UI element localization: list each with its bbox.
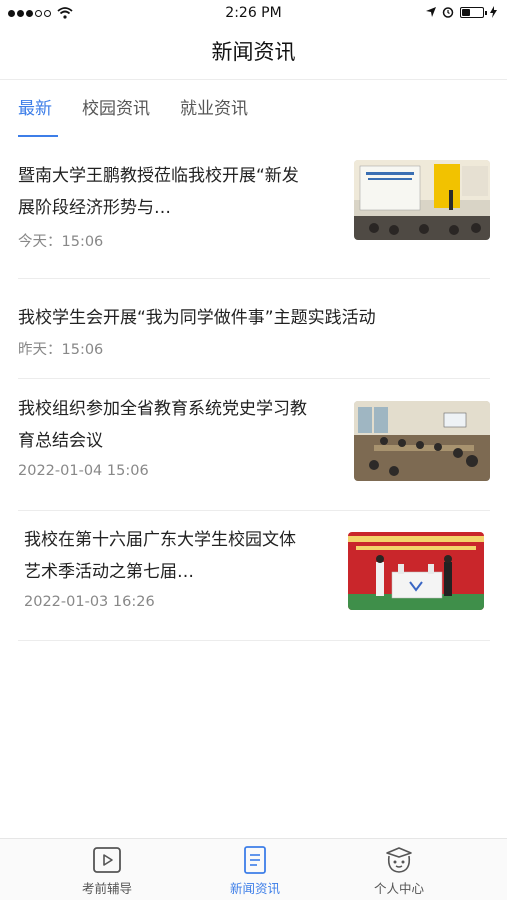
list-divider bbox=[18, 640, 490, 641]
list-divider bbox=[18, 510, 490, 511]
news-item[interactable]: 我校在第十六届广东大学生校园文体 艺术季活动之第七届… 2022-01-03 1… bbox=[24, 524, 484, 610]
news-thumbnail-meeting bbox=[354, 401, 490, 481]
news-title: 我校组织参加全省教育系统党史学习教 育总结会议 bbox=[18, 399, 307, 451]
tabbar-label: 考前辅导 bbox=[81, 881, 132, 896]
news-title: 我校学生会开展“我为同学做件事”主题实践活动 bbox=[18, 308, 376, 328]
tabbar-label: 新闻资讯 bbox=[229, 881, 280, 896]
status-icons bbox=[426, 6, 497, 18]
tabbar-item-exam-tutoring[interactable]: 考前辅导 bbox=[52, 845, 162, 897]
location-arrow-icon bbox=[426, 7, 436, 17]
news-title: 暨南大学王鹏教授莅临我校开展“新发 展阶段经济形势与… bbox=[18, 166, 299, 218]
news-time: 今天：15:06 bbox=[18, 234, 104, 250]
list-divider bbox=[18, 378, 490, 379]
battery-icon bbox=[460, 6, 487, 18]
list-divider bbox=[18, 278, 490, 279]
tab-employment-news[interactable]: 就业资讯 bbox=[180, 94, 248, 131]
bottom-tab-bar: 考前辅导 新闻资讯 个人中心 bbox=[0, 838, 507, 900]
news-time: 2022-01-03 16:26 bbox=[24, 594, 155, 610]
news-thumbnail-group-photo bbox=[348, 532, 484, 610]
tab-campus-news[interactable]: 校园资讯 bbox=[82, 94, 150, 131]
alarm-icon bbox=[442, 7, 454, 18]
news-time: 2022-01-04 15:06 bbox=[18, 463, 149, 479]
category-tabs: 最新 校园资讯 就业资讯 bbox=[18, 94, 248, 137]
tab-latest[interactable]: 最新 bbox=[18, 94, 58, 137]
tabbar-item-news[interactable]: 新闻资讯 bbox=[200, 845, 310, 897]
news-title: 我校在第十六届广东大学生校园文体 艺术季活动之第七届… bbox=[24, 530, 296, 582]
news-time: 昨天：15:06 bbox=[18, 342, 104, 358]
tabbar-label: 个人中心 bbox=[373, 881, 424, 896]
tabbar-item-profile[interactable]: 个人中心 bbox=[344, 845, 454, 897]
status-bar: 2:26 PM bbox=[0, 0, 507, 28]
page-title: 新闻资讯 bbox=[211, 40, 296, 64]
charging-bolt-icon bbox=[490, 6, 497, 18]
news-thumbnail-lecture bbox=[354, 160, 490, 240]
mascot-face-icon bbox=[386, 847, 412, 873]
news-item[interactable]: 暨南大学王鹏教授莅临我校开展“新发 展阶段经济形势与… 今天：15:06 bbox=[18, 160, 490, 251]
news-item[interactable]: 我校学生会开展“我为同学做件事”主题实践活动 昨天：15:06 bbox=[18, 302, 490, 359]
video-play-icon bbox=[93, 847, 121, 873]
document-icon bbox=[244, 846, 266, 874]
news-item[interactable]: 我校组织参加全省教育系统党史学习教 育总结会议 2022-01-04 15:06 bbox=[18, 393, 490, 481]
header-divider bbox=[0, 79, 507, 80]
